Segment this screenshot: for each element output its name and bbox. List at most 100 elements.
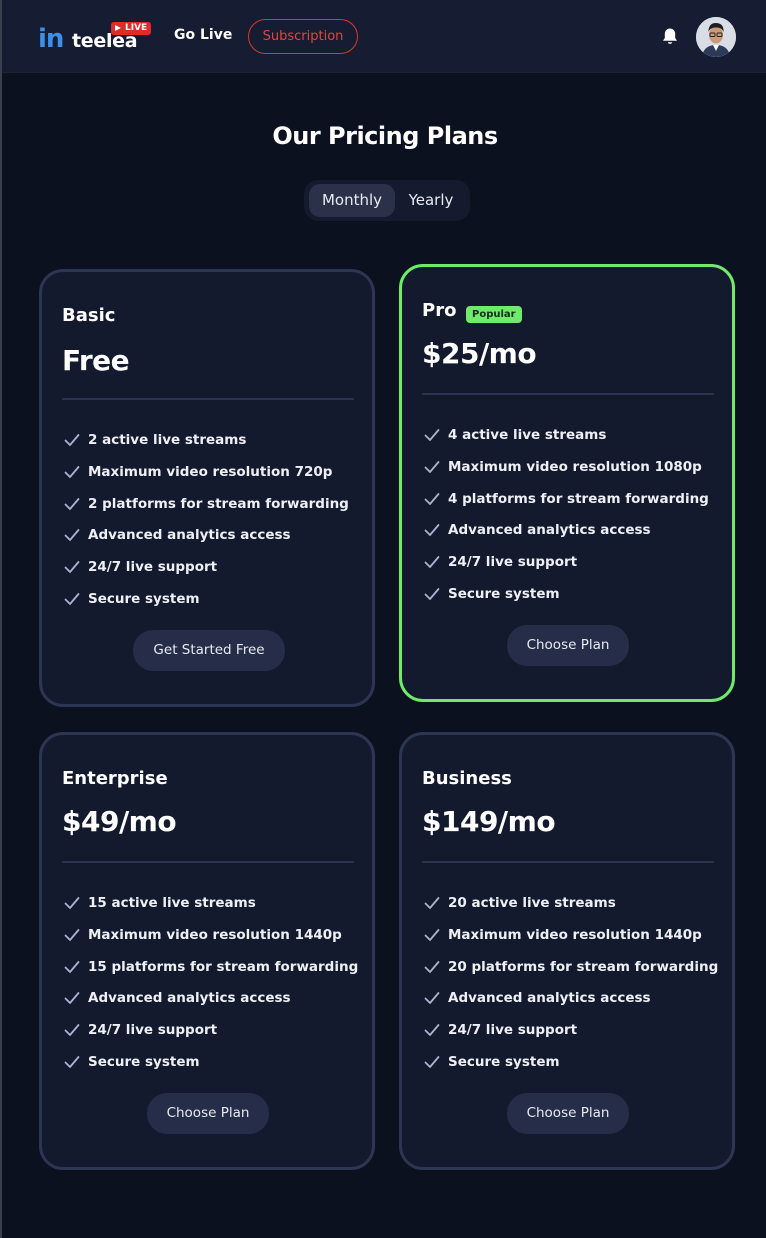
feature-item: Advanced analytics access <box>64 990 364 1022</box>
avatar[interactable] <box>696 17 736 57</box>
feature-item: 24/7 live support <box>64 1022 364 1054</box>
plan-name: Pro <box>422 300 457 321</box>
check-icon <box>64 434 80 446</box>
feature-text: 24/7 live support <box>88 1022 218 1039</box>
feature-item: 15 platforms for stream forwarding <box>64 959 364 991</box>
inteelea-logo[interactable]: in teelea LIVE <box>38 20 153 56</box>
page-title: Our Pricing Plans <box>272 122 498 150</box>
plan-name: Enterprise <box>62 768 168 789</box>
plan-divider <box>62 861 354 863</box>
feature-item: Advanced analytics access <box>424 990 724 1022</box>
check-icon <box>424 928 440 941</box>
feature-text: Advanced analytics access <box>448 990 651 1007</box>
plan-card-pro: Pro Popular $25/mo 4 active live streams… <box>399 264 735 702</box>
plan-price: Free <box>62 344 130 377</box>
feature-item: 20 active live streams <box>424 895 724 927</box>
feature-text: Advanced analytics access <box>88 527 291 544</box>
feature-text: 4 active live streams <box>448 427 607 443</box>
feature-item: 4 active live streams <box>424 427 724 459</box>
feature-item: 4 platforms for stream forwarding <box>424 491 724 523</box>
feature-text: 24/7 live support <box>448 1022 578 1039</box>
feature-item: Maximum video resolution 1080p <box>424 459 724 491</box>
feature-text: Advanced analytics access <box>448 522 651 539</box>
top-navigation-bar: in teelea LIVE Go Live Subscription <box>2 0 766 73</box>
bell-icon[interactable] <box>661 27 679 46</box>
feature-text: Secure system <box>448 1053 560 1070</box>
feature-list: 15 active live streams Maximum video res… <box>64 895 364 1086</box>
plan-price: $25/mo <box>422 337 537 370</box>
feature-item: 24/7 live support <box>64 559 364 591</box>
feature-item: 15 active live streams <box>64 895 364 927</box>
plan-divider <box>62 398 354 400</box>
live-badge-text: LIVE <box>125 23 148 33</box>
feature-text: 4 platforms for stream forwarding <box>448 490 709 507</box>
feature-item: Advanced analytics access <box>424 522 724 554</box>
feature-item: Maximum video resolution 1440p <box>64 927 364 959</box>
check-icon <box>64 593 80 605</box>
popular-badge: Popular <box>466 306 522 323</box>
feature-text: Maximum video resolution 1440p <box>88 926 342 943</box>
check-icon <box>424 492 440 505</box>
check-icon <box>64 960 80 973</box>
feature-text: Maximum video resolution 720p <box>88 463 333 480</box>
check-icon <box>64 897 80 909</box>
toggle-monthly[interactable]: Monthly <box>309 184 395 217</box>
choose-plan-button[interactable]: Choose Plan <box>507 625 629 666</box>
billing-period-toggle: Monthly Yearly <box>304 180 470 221</box>
check-icon <box>424 429 440 441</box>
feature-text: Secure system <box>448 585 560 602</box>
feature-text: 15 active live streams <box>88 895 256 911</box>
feature-item: 24/7 live support <box>424 554 724 586</box>
feature-item: Secure system <box>64 1054 364 1086</box>
go-live-link[interactable]: Go Live <box>174 27 232 43</box>
choose-plan-button[interactable]: Choose Plan <box>147 1093 269 1134</box>
check-icon <box>424 897 440 909</box>
feature-item: 2 active live streams <box>64 432 364 464</box>
feature-item: 2 platforms for stream forwarding <box>64 496 364 528</box>
live-badge: LIVE <box>111 22 152 35</box>
feature-item: 24/7 live support <box>424 1022 724 1054</box>
feature-item: Maximum video resolution 720p <box>64 464 364 496</box>
check-icon <box>64 497 80 510</box>
feature-list: 4 active live streams Maximum video reso… <box>424 427 724 618</box>
feature-text: Maximum video resolution 1440p <box>448 926 702 943</box>
logo-mark: in <box>38 24 64 54</box>
choose-plan-button[interactable]: Choose Plan <box>507 1093 629 1134</box>
plan-card-basic: Basic Free 2 active live streams Maximum… <box>39 269 375 707</box>
feature-text: 20 active live streams <box>448 895 616 911</box>
plan-price: $49/mo <box>62 805 177 838</box>
check-icon <box>64 928 80 941</box>
check-icon <box>424 460 440 473</box>
toggle-yearly[interactable]: Yearly <box>398 184 464 217</box>
check-icon <box>64 561 80 574</box>
plan-card-business: Business $149/mo 20 active live streams … <box>399 732 735 1170</box>
plan-name: Basic <box>62 305 116 326</box>
check-icon <box>424 556 440 569</box>
get-started-free-button[interactable]: Get Started Free <box>133 630 285 671</box>
feature-text: Secure system <box>88 590 200 607</box>
feature-text: 24/7 live support <box>88 559 218 576</box>
subscription-button[interactable]: Subscription <box>248 19 358 54</box>
feature-text: Advanced analytics access <box>88 990 291 1007</box>
check-icon <box>424 588 440 600</box>
plan-name: Business <box>422 768 512 789</box>
check-icon <box>424 1056 440 1068</box>
check-icon <box>424 524 440 537</box>
feature-text: Secure system <box>88 1053 200 1070</box>
check-icon <box>64 529 80 542</box>
play-icon <box>115 25 121 31</box>
check-icon <box>64 1024 80 1037</box>
check-icon <box>424 992 440 1005</box>
feature-text: 2 active live streams <box>88 432 247 448</box>
check-icon <box>424 1024 440 1037</box>
feature-text: 2 platforms for stream forwarding <box>88 495 349 512</box>
plan-price: $149/mo <box>422 805 556 838</box>
feature-item: Secure system <box>424 1054 724 1086</box>
plan-divider <box>422 861 714 863</box>
feature-item: Maximum video resolution 1440p <box>424 927 724 959</box>
plan-divider <box>422 393 714 395</box>
plan-card-enterprise: Enterprise $49/mo 15 active live streams… <box>39 732 375 1170</box>
feature-text: 20 platforms for stream forwarding <box>448 958 719 975</box>
feature-item: Secure system <box>424 586 724 618</box>
feature-text: Maximum video resolution 1080p <box>448 458 702 475</box>
